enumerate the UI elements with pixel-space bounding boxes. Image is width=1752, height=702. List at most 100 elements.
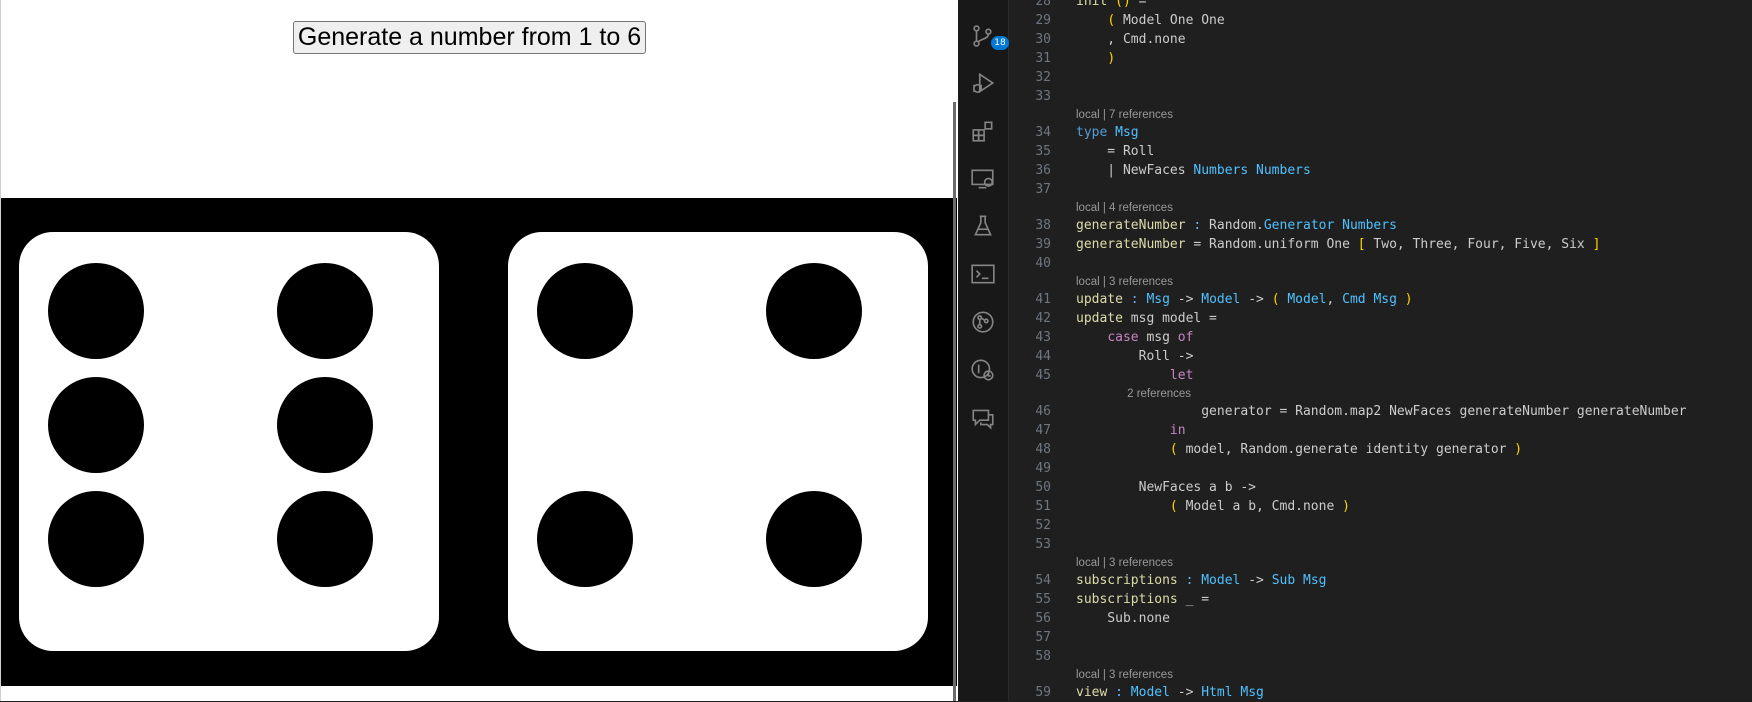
code-token: Model One One	[1115, 13, 1225, 28]
line-number: 36	[1035, 163, 1051, 178]
code-text: , Cmd.none	[1076, 30, 1186, 49]
die-pip	[277, 263, 373, 359]
code-token: , Cmd.none	[1076, 32, 1186, 47]
code-text: | NewFaces Numbers Numbers	[1076, 161, 1311, 180]
code-text: case msg of	[1076, 328, 1193, 347]
line-number: 34	[1035, 125, 1051, 140]
code-token: ->	[1169, 292, 1202, 307]
code-token: Two, Three, Four, Five, Six	[1365, 237, 1593, 252]
code-token: in	[1169, 423, 1186, 438]
remote-explorer-icon[interactable]	[969, 165, 997, 193]
code-token: NewFaces a b ->	[1076, 480, 1257, 495]
generate-number-button[interactable]: Generate a number from 1 to 6	[293, 21, 646, 54]
line-number: 57	[1035, 630, 1051, 645]
code-text: ( Model a b, Cmd.none )	[1076, 497, 1350, 516]
line-number: 58	[1035, 649, 1051, 664]
line-number: 45	[1035, 368, 1051, 383]
code-token: view	[1076, 685, 1108, 700]
code-token: =	[1130, 0, 1147, 9]
code-token: :	[1130, 292, 1139, 307]
line-number: 38	[1035, 218, 1051, 233]
terminal-icon[interactable]	[969, 260, 997, 288]
code-token: = Roll	[1076, 144, 1155, 159]
codelens-references[interactable]: 2 references	[1076, 386, 1191, 402]
code-token: )	[1404, 292, 1413, 307]
line-number: 49	[1035, 461, 1051, 476]
code-token: Model	[1201, 573, 1241, 588]
die-pip	[766, 491, 862, 587]
code-token: subscriptions	[1076, 592, 1178, 607]
line-number: 46	[1035, 404, 1051, 419]
git-graph-icon[interactable]	[969, 308, 997, 336]
code-text: generateNumber = Random.uniform One [ Tw…	[1076, 235, 1600, 254]
code-token: _ =	[1177, 592, 1210, 607]
code-token: (	[1271, 292, 1280, 307]
code-token: Sub.none	[1076, 611, 1170, 626]
extensions-icon[interactable]	[969, 117, 997, 145]
code-text: type Msg	[1076, 123, 1139, 142]
code-token: subscriptions	[1076, 573, 1178, 588]
codelens-references[interactable]: local | 3 references	[1076, 555, 1173, 571]
line-number: 37	[1035, 182, 1051, 197]
testing-icon[interactable]	[969, 212, 997, 240]
code-token: Html Msg	[1201, 685, 1264, 700]
die-pip	[48, 263, 144, 359]
source-control-icon[interactable]: 18	[969, 22, 1009, 50]
code-token: Random.	[1201, 218, 1264, 233]
code-token: ->	[1240, 573, 1272, 588]
line-number: 52	[1035, 518, 1051, 533]
code-text: Sub.none	[1076, 609, 1170, 628]
code-text: NewFaces a b ->	[1076, 478, 1256, 497]
code-token: | NewFaces	[1076, 163, 1194, 178]
code-text: in	[1076, 421, 1186, 440]
code-text: init () =	[1076, 0, 1146, 11]
source-control-badge: 18	[991, 36, 1009, 50]
die-pip	[766, 263, 862, 359]
code-token: Msg	[1146, 292, 1170, 307]
code-editor[interactable]: 28 init () = 29 ( Model One One 30 , Cmd.no…	[1009, 0, 1752, 701]
code-token: )	[1514, 442, 1523, 457]
code-token: Msg	[1115, 125, 1139, 140]
line-number: 53	[1035, 537, 1051, 552]
activity-bar: 18	[959, 0, 1009, 701]
die-left	[19, 232, 439, 651]
codelens-references[interactable]: local | 4 references	[1076, 200, 1173, 216]
line-number: 29	[1035, 13, 1051, 28]
code-token: generator = Random.map2 NewFaces generat…	[1076, 404, 1687, 419]
line-number: 43	[1035, 330, 1051, 345]
code-token: case	[1107, 330, 1139, 345]
code-token: ->	[1169, 685, 1202, 700]
line-number: 59	[1035, 685, 1051, 700]
codelens-references[interactable]: local | 3 references	[1076, 274, 1173, 290]
code-token: ()	[1115, 0, 1131, 9]
code-token: Model	[1287, 292, 1327, 307]
code-token: ]	[1592, 237, 1601, 252]
die-pip	[277, 491, 373, 587]
browser-viewport: Generate a number from 1 to 6	[0, 0, 958, 701]
line-number: 42	[1035, 311, 1051, 326]
code-token: msg	[1138, 330, 1178, 345]
code-token: Cmd Msg	[1342, 292, 1397, 307]
codelens-references[interactable]: local | 7 references	[1076, 107, 1173, 123]
line-number: 30	[1035, 32, 1051, 47]
line-number: 32	[1035, 70, 1051, 85]
code-text: ( model, Random.generate identity genera…	[1076, 440, 1522, 459]
line-number: 31	[1035, 51, 1051, 66]
git-history-icon[interactable]	[969, 356, 997, 384]
viewport-scrollbar[interactable]	[953, 102, 956, 701]
code-token: let	[1169, 368, 1194, 383]
line-number: 44	[1035, 349, 1051, 364]
die-pip	[537, 491, 633, 587]
line-number: 41	[1035, 292, 1051, 307]
run-debug-icon[interactable]	[969, 69, 997, 97]
code-token: init	[1076, 0, 1108, 9]
comments-icon[interactable]	[969, 404, 997, 432]
codelens-references[interactable]: local | 3 references	[1076, 667, 1173, 683]
